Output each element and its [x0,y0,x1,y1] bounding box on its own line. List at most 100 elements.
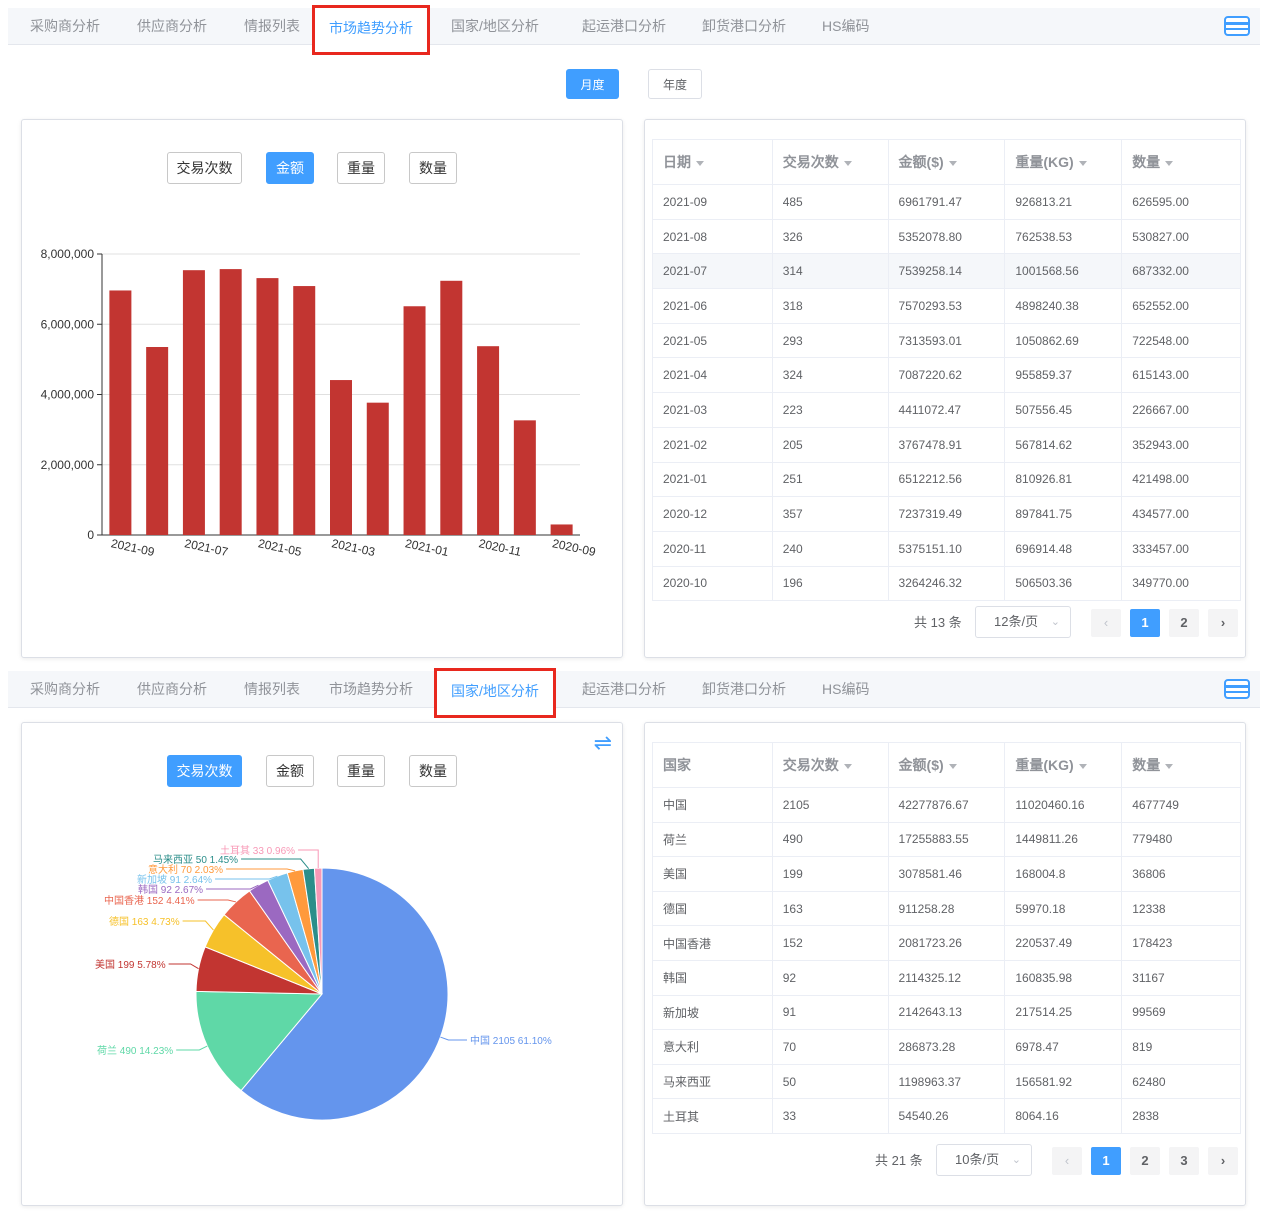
table-cell: 4677749 [1121,787,1241,823]
column-header-label: 交易次数 [782,154,839,170]
pie-label-text: 荷兰 490 14.23% [97,1044,173,1057]
bar [550,524,573,535]
table-cell: 626595.00 [1121,184,1241,220]
yearly-button[interactable]: 年度 [648,69,702,99]
table-row: 2021-09 485 6961791.47 926813.21 626595.00 [652,184,1241,220]
sort-caret-icon[interactable] [1078,763,1087,769]
tab-8[interactable]: HS编码 [818,8,873,45]
table-row: 中国 2105 42277876.67 11020460.16 4677749 [652,787,1241,823]
column-header-label: 国家 [663,757,691,773]
pie-label-part: 199 [115,960,135,971]
x-tick-label: 2021-05 [257,536,303,559]
sort-caret-icon[interactable] [843,160,852,166]
page-button-1[interactable]: 1 [1130,609,1160,637]
pie-label-text: 美国 199 5.78% [95,958,166,971]
tab-2[interactable]: 供应商分析 [133,671,211,708]
table-cell: 62480 [1121,1064,1241,1100]
bar [256,278,279,535]
table-cell: 1198963.37 [888,1064,1006,1100]
table-cell: 荷兰 [652,822,773,858]
pie-label-part: 4.41% [163,896,194,907]
table-cell: 696914.48 [1004,531,1123,567]
tab-7[interactable]: 卸货港口分析 [698,8,790,45]
tab-2[interactable]: 供应商分析 [133,8,211,45]
tab-3[interactable]: 情报列表 [240,671,304,708]
table-row: 荷兰 490 17255883.55 1449811.26 779480 [652,822,1241,858]
sort-caret-icon[interactable] [696,160,704,166]
tab-7[interactable]: 卸货港口分析 [698,671,790,708]
page-button-2[interactable]: 2 [1169,609,1199,637]
tab-3[interactable]: 情报列表 [240,8,304,45]
next-page-button[interactable]: › [1208,609,1238,637]
table-cell: 2105 [772,787,889,823]
column-header[interactable]: 重量(KG) [1004,139,1123,185]
sort-caret-icon[interactable] [948,160,957,166]
table-view-icon[interactable] [1224,16,1250,36]
sort-caret-icon[interactable] [1078,160,1087,166]
pie-label-text: 中国 2105 61.10% [470,1034,552,1047]
tab-5[interactable]: 国家/地区分析 [447,8,543,45]
prev-page-button[interactable]: ‹ [1091,609,1121,637]
pie-label-line [215,875,278,880]
table-row: 中国香港 152 2081723.26 220537.49 178423 [652,925,1241,961]
tab-4[interactable]: 市场趋势分析 [312,5,430,55]
table-cell: 2021-07 [652,253,773,290]
pie-label-part: 2.64% [181,875,212,886]
column-header[interactable]: 日期 [652,139,773,185]
table-cell: 36806 [1121,856,1241,892]
page-button-3[interactable]: 3 [1169,1147,1199,1175]
table-row: 2020-12 357 7237319.49 897841.75 434577.00 [652,496,1241,532]
sort-caret-icon[interactable] [1165,160,1174,166]
table-cell: 615143.00 [1121,357,1241,394]
sort-caret-icon[interactable] [843,763,852,769]
column-header[interactable]: 数量 [1121,742,1241,788]
pie-label-part: 荷兰 [97,1044,117,1057]
x-tick-label: 2021-01 [404,536,450,559]
pagination-top: 共 13 条 12条/页 ⌄ ‹ 1 2 › [645,606,1245,638]
pie-label-line [176,1045,208,1051]
tab-1[interactable]: 采购商分析 [26,8,104,45]
column-header[interactable]: 交易次数 [772,139,889,185]
pie-label-part: 美国 [95,958,115,971]
page-size-select[interactable]: 10条/页 ⌄ [936,1144,1032,1176]
prev-page-button[interactable]: ‹ [1052,1147,1082,1175]
pie-label: 荷兰 490 14.23% [97,1044,208,1057]
column-header[interactable]: 国家 [652,742,773,788]
column-header[interactable]: 重量(KG) [1004,742,1123,788]
table-cell: 7313593.01 [888,323,1006,359]
table-row: 德国 163 911258.28 59970.18 12338 [652,891,1241,927]
tab-4[interactable]: 市场趋势分析 [325,671,417,708]
next-page-button[interactable]: › [1208,1147,1238,1175]
column-header[interactable]: 金额($) [888,742,1006,788]
page-size-select[interactable]: 12条/页 ⌄ [975,606,1071,638]
monthly-button[interactable]: 月度 [566,69,619,99]
column-header[interactable]: 交易次数 [772,742,889,788]
trend-table-panel: 日期 交易次数 金额($) 重量(KG) 数量 2021-09 485 6961791.47 9… [644,119,1246,658]
tab-5[interactable]: 国家/地区分析 [434,668,556,718]
table-view-icon[interactable] [1224,679,1250,699]
table-cell: 911258.28 [888,891,1006,927]
table-cell: 韩国 [652,960,773,996]
tab-8[interactable]: HS编码 [818,671,873,708]
table-cell: 217514.25 [1004,995,1123,1031]
table-cell: 91 [772,995,889,1031]
page-button-1[interactable]: 1 [1091,1147,1121,1175]
page-button-2[interactable]: 2 [1130,1147,1160,1175]
tab-1[interactable]: 采购商分析 [26,671,104,708]
sort-caret-icon[interactable] [948,763,957,769]
table-row: 韩国 92 2114325.12 160835.98 31167 [652,960,1241,996]
column-header[interactable]: 数量 [1121,139,1241,185]
table-cell: 6978.47 [1004,1029,1123,1065]
pie-label-line [206,884,259,890]
table-cell: 3264246.32 [888,566,1006,602]
column-header[interactable]: 金额($) [888,139,1006,185]
chevron-down-icon: ⌄ [1011,1154,1021,1166]
sort-caret-icon[interactable] [1165,763,1174,769]
pie-label-part: 5.78% [134,960,165,971]
table-cell: 485 [772,184,889,220]
table-cell: 2021-06 [652,288,773,324]
table-cell: 652552.00 [1121,288,1241,324]
tab-6[interactable]: 起运港口分析 [578,8,670,45]
pagination-total: 共 13 条 [914,615,962,630]
tab-6[interactable]: 起运港口分析 [578,671,670,708]
